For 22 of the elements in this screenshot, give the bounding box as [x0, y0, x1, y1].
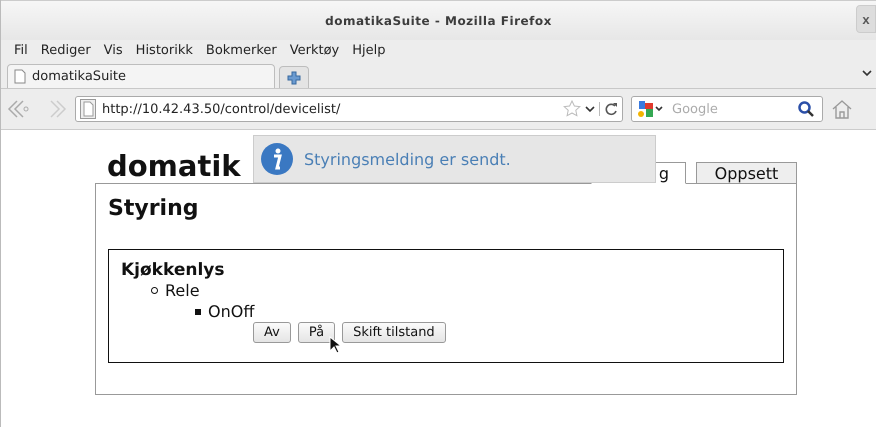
device-name: Kjøkkenlys [121, 260, 226, 280]
action-button[interactable]: På [298, 322, 336, 343]
menu-item[interactable]: Rediger [40, 42, 91, 58]
menu-item[interactable]: Historikk [136, 42, 193, 58]
section-heading: Styring [108, 196, 200, 221]
menu-item[interactable]: Vis [104, 42, 123, 58]
page-tab[interactable]: Oppsett [696, 162, 797, 184]
window-title: domatikaSuite - Mozilla Firefox [325, 14, 552, 28]
address-field[interactable]: http://10.42.43.50/control/devicelist/ [75, 96, 623, 122]
menu-item[interactable]: Fil [14, 42, 28, 58]
function-name: OnOff [208, 301, 254, 322]
close-button[interactable]: x [856, 5, 876, 33]
search-field[interactable]: Google [631, 96, 823, 122]
menu-item[interactable]: Verktøy [290, 42, 340, 58]
action-button[interactable]: Av [253, 322, 291, 343]
menu-item[interactable]: Bokmerker [206, 42, 277, 58]
menu-item[interactable]: Hjelp [352, 42, 386, 58]
site-title: domatik [107, 152, 241, 181]
component-name: Rele [165, 280, 200, 301]
browser-tab[interactable]: domatikaSuite [7, 64, 275, 88]
notification-message: Styringsmelding er sendt. [304, 150, 511, 168]
action-button[interactable]: Skift tilstand [342, 322, 446, 343]
